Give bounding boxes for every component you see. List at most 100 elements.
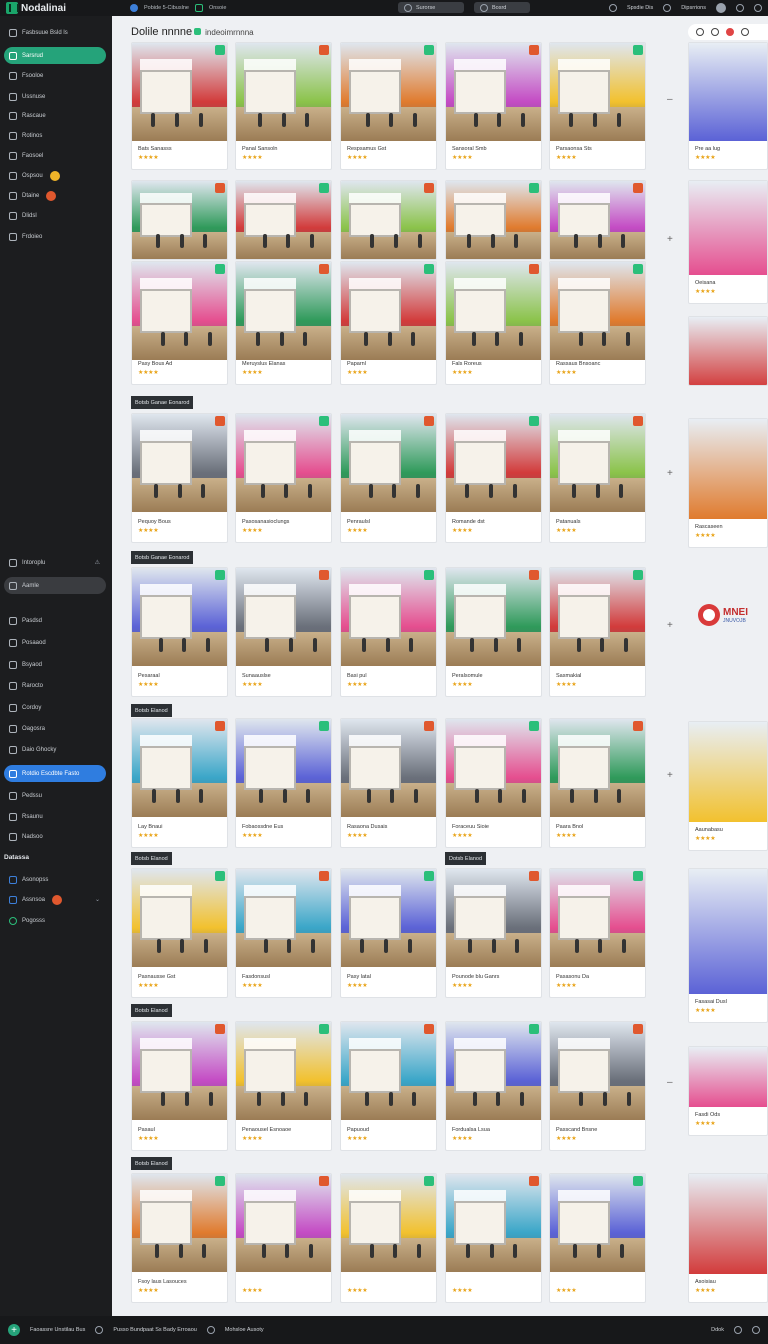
sidebar-item-0[interactable]: Fasbsuue Bsld ls xyxy=(4,24,106,41)
sidebar-item-21[interactable]: Pedssu xyxy=(4,787,106,804)
sidebar-sub-item-1[interactable]: Assnsoa ⌄ xyxy=(4,891,106,908)
expand-button[interactable]: + xyxy=(667,620,673,631)
store-card[interactable]: Sunaauslse ★★★★ xyxy=(235,567,332,697)
favorite-badge-icon[interactable] xyxy=(529,871,539,881)
sidebar-item-19[interactable]: Daio Ghocky xyxy=(4,741,106,758)
store-card[interactable]: Peralsomule ★★★★ xyxy=(445,567,542,697)
store-card[interactable]: ★★★★ xyxy=(549,1173,646,1303)
store-card[interactable]: Pasy latal ★★★★ xyxy=(340,868,437,998)
expand-button[interactable]: + xyxy=(667,468,673,479)
sidebar-item-18[interactable]: Oagosra xyxy=(4,720,106,737)
store-card[interactable]: Sansoral Smb ★★★★ xyxy=(445,42,542,170)
mode-icon[interactable] xyxy=(194,4,203,12)
expand-button[interactable]: + xyxy=(667,234,673,245)
top-button-2[interactable]: Bosrd xyxy=(474,2,530,13)
store-card[interactable]: Bats Sanasss ★★★★ xyxy=(131,42,228,170)
featured-card[interactable]: Fasasai Dusl ★★★★ xyxy=(688,868,768,1023)
app-brand[interactable]: Nodalinai xyxy=(0,2,112,14)
settings-icon[interactable] xyxy=(608,4,617,12)
favorite-badge-icon[interactable] xyxy=(529,416,539,426)
sidebar-item-20[interactable]: Rotdio Escdbte Fasto xyxy=(4,765,106,782)
sidebar-item-11[interactable]: Intoroplu ⚠ xyxy=(4,554,106,571)
sidebar-item-7[interactable]: Ospsou xyxy=(4,167,106,184)
sidebar-item-3[interactable]: Ussnuse xyxy=(4,88,106,105)
favorite-badge-icon[interactable] xyxy=(215,416,225,426)
favorite-badge-icon[interactable] xyxy=(215,1024,225,1034)
store-card[interactable]: Patanuals ★★★★ xyxy=(549,413,646,543)
sidebar-item-22[interactable]: Rsaunu xyxy=(4,808,106,825)
favorite-badge-icon[interactable] xyxy=(424,1176,434,1186)
bottom-item-3[interactable]: Mohsloe Ausoty xyxy=(225,1327,264,1333)
favorite-badge-icon[interactable] xyxy=(319,871,329,881)
store-card[interactable] xyxy=(549,180,646,260)
menu-icon[interactable] xyxy=(754,4,762,12)
store-card[interactable]: Rasaona Dusais ★★★★ xyxy=(340,718,437,848)
favorite-badge-icon[interactable] xyxy=(319,1176,329,1186)
favorite-badge-icon[interactable] xyxy=(529,45,539,55)
sidebar-item-9[interactable]: Dlidsl xyxy=(4,207,106,224)
store-card[interactable]: Pasy Bous Ad ★★★★ xyxy=(131,261,228,385)
favorite-badge-icon[interactable] xyxy=(215,45,225,55)
sidebar-item-13[interactable]: Pasdsd xyxy=(4,612,106,629)
favorite-badge-icon[interactable] xyxy=(633,871,643,881)
sidebar-item-8[interactable]: Dtaine xyxy=(4,187,106,204)
favorite-badge-icon[interactable] xyxy=(319,1024,329,1034)
favorite-badge-icon[interactable] xyxy=(633,416,643,426)
user-avatar[interactable] xyxy=(716,3,726,13)
favorite-badge-icon[interactable] xyxy=(633,45,643,55)
favorite-badge-icon[interactable] xyxy=(215,871,225,881)
store-card[interactable]: Pasasonu Da ★★★★ xyxy=(549,868,646,998)
store-card[interactable]: Fals Roreus ★★★★ xyxy=(445,261,542,385)
chevron-down-icon[interactable]: ⌄ xyxy=(95,896,100,903)
favorite-badge-icon[interactable] xyxy=(529,570,539,580)
sidebar-item-6[interactable]: Faosoel xyxy=(4,147,106,164)
favorite-badge-icon[interactable] xyxy=(529,264,539,274)
favorite-badge-icon[interactable] xyxy=(319,45,329,55)
top-button-1[interactable]: Surorse xyxy=(398,2,464,13)
store-card[interactable]: Passcand Bnsne ★★★★ xyxy=(549,1021,646,1151)
store-card[interactable]: ★★★★ xyxy=(445,1173,542,1303)
favorite-badge-icon[interactable] xyxy=(215,264,225,274)
store-card[interactable]: Pounode blu Ganrs ★★★★ xyxy=(445,868,542,998)
store-card[interactable] xyxy=(235,180,332,260)
top-right-label-2[interactable]: Dipsrrions xyxy=(681,5,706,11)
store-card[interactable] xyxy=(445,180,542,260)
store-card[interactable]: Penraulsl ★★★★ xyxy=(340,413,437,543)
favorite-badge-icon[interactable] xyxy=(215,570,225,580)
favorite-badge-icon[interactable] xyxy=(424,45,434,55)
favorite-badge-icon[interactable] xyxy=(424,570,434,580)
favorite-badge-icon[interactable] xyxy=(529,183,539,193)
workspace-icon[interactable] xyxy=(130,4,138,12)
sidebar-item-1[interactable]: Sarsrud xyxy=(4,47,106,64)
bottom-right-label[interactable]: Ddok xyxy=(711,1327,724,1333)
store-card[interactable]: Paara Bnol ★★★★ xyxy=(549,718,646,848)
featured-card[interactable]: Asoisiau ★★★★ xyxy=(688,1173,768,1303)
favorite-badge-icon[interactable] xyxy=(424,1024,434,1034)
favorite-badge-icon[interactable] xyxy=(319,570,329,580)
store-card[interactable]: Rassaus Bnsoanc ★★★★ xyxy=(549,261,646,385)
favorite-badge-icon[interactable] xyxy=(424,183,434,193)
store-card[interactable]: Pequoy Bous ★★★★ xyxy=(131,413,228,543)
sidebar-item-15[interactable]: Bsyaod xyxy=(4,656,106,673)
favorite-badge-icon[interactable] xyxy=(529,1176,539,1186)
expand-button[interactable]: + xyxy=(667,770,673,781)
favorite-badge-icon[interactable] xyxy=(215,721,225,731)
store-card[interactable]: Foraceuu Sioie ★★★★ xyxy=(445,718,542,848)
store-card[interactable] xyxy=(340,180,437,260)
favorite-badge-icon[interactable] xyxy=(633,1024,643,1034)
store-card[interactable]: Parsaonsa Sts ★★★★ xyxy=(549,42,646,170)
store-card[interactable]: Pasnausse Gst ★★★★ xyxy=(131,868,228,998)
store-card[interactable]: Lay Bnaui ★★★★ xyxy=(131,718,228,848)
sidebar-sub-item-2[interactable]: Pogosss xyxy=(4,912,106,929)
favorite-badge-icon[interactable] xyxy=(424,264,434,274)
store-card[interactable]: Papuoud ★★★★ xyxy=(340,1021,437,1151)
favorite-badge-icon[interactable] xyxy=(215,183,225,193)
store-card[interactable]: Pasosanasioclungs ★★★★ xyxy=(235,413,332,543)
favorite-badge-icon[interactable] xyxy=(633,721,643,731)
featured-card[interactable]: Oeisana ★★★★ xyxy=(688,180,768,304)
store-card[interactable]: Fordualsa Lsua ★★★★ xyxy=(445,1021,542,1151)
sidebar-item-17[interactable]: Cordoy xyxy=(4,699,106,716)
favorite-badge-icon[interactable] xyxy=(319,264,329,274)
store-card[interactable]: Pasaul ★★★★ xyxy=(131,1021,228,1151)
sidebar-sub-item-0[interactable]: Asonopss xyxy=(4,871,106,888)
